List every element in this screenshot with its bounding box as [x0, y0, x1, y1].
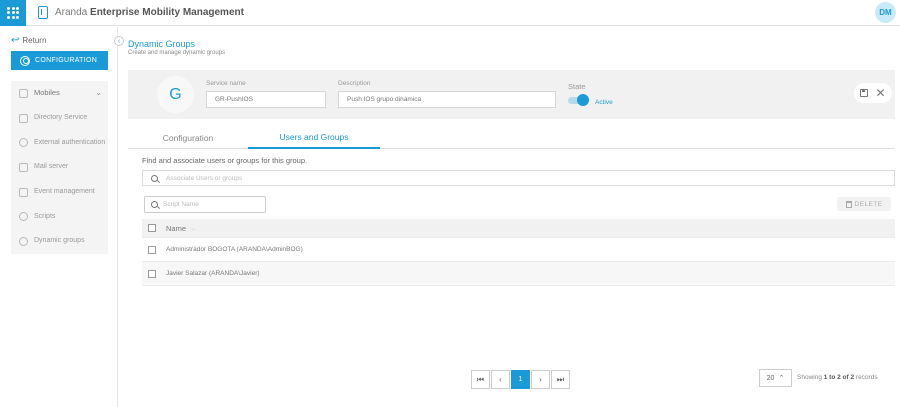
select-all-checkbox[interactable]: [148, 224, 156, 232]
state-toggle[interactable]: [568, 94, 590, 106]
collapse-sidebar-button[interactable]: ‹: [114, 36, 124, 46]
save-icon[interactable]: [860, 89, 869, 97]
description-field[interactable]: Push IOS grupo dinamica: [338, 91, 556, 108]
app-title: Aranda Enterprise Mobility Management: [55, 7, 244, 18]
app-logo-icon: [38, 6, 48, 19]
page-subtitle: Create and manage dynamic groups: [128, 50, 226, 56]
sidebar-item-label: Scripts: [34, 212, 56, 220]
row-checkbox[interactable]: [148, 269, 156, 278]
sidebar-item-directory-service[interactable]: Directory Service: [11, 106, 108, 131]
group-badge: G: [157, 76, 194, 113]
page-size-select[interactable]: 20 ⌃: [759, 369, 792, 387]
apps-menu-button[interactable]: [0, 0, 26, 26]
sidebar-item-label: Mail server: [34, 163, 69, 171]
records-range: 1 to 2 of 2: [823, 374, 855, 381]
tab-configuration[interactable]: Configuration: [128, 126, 248, 149]
associate-search-input[interactable]: Associate Users or groups: [142, 170, 895, 186]
gear-icon: [20, 55, 30, 66]
gear-icon: [19, 212, 28, 222]
service-name-value: GR-PushIOS: [215, 96, 253, 103]
return-label: Return: [22, 36, 47, 45]
sidebar-item-mobiles[interactable]: Mobiles ⌄: [11, 81, 108, 106]
delete-button[interactable]: DELETE: [837, 197, 891, 211]
configuration-button[interactable]: CONFIGURATION: [11, 51, 108, 70]
table-row: Administrador BOGOTA (ARANDA\AdminBOG): [142, 238, 895, 262]
sidebar-item-label: Mobiles: [34, 88, 60, 98]
description-value: Push IOS grupo dinamica: [347, 96, 422, 103]
page-title: Dynamic Groups: [128, 39, 196, 49]
directory-icon: [19, 113, 28, 123]
page-size-value: 20: [766, 374, 775, 382]
sidebar-item-scripts[interactable]: Scripts: [11, 204, 108, 229]
search-icon: [151, 201, 158, 208]
search-icon: [151, 174, 158, 182]
return-link[interactable]: ↩ Return: [11, 35, 46, 46]
group-info-panel: G Service name GR-PushIOS Description Pu…: [128, 70, 895, 119]
calendar-icon: [19, 187, 28, 197]
sidebar-item-label: External authentication: [34, 138, 106, 146]
table-header-row: Name ⌄: [142, 219, 895, 238]
user-avatar[interactable]: DM: [875, 2, 896, 23]
row-name: Javier Salazar (ARANDA\Javier): [166, 270, 260, 277]
app-title-prefix: Aranda: [55, 7, 88, 18]
sidebar-item-label: Directory Service: [34, 114, 88, 122]
top-bar: Aranda Enterprise Mobility Management DM: [0, 0, 900, 26]
prev-page-button[interactable]: ‹: [491, 370, 510, 389]
sidebar-item-external-authentication[interactable]: External authentication: [11, 130, 108, 155]
sidebar-item-dynamic-groups[interactable]: Dynamic groups: [11, 229, 108, 254]
delete-label: DELETE: [854, 200, 883, 208]
mobile-icon: [19, 88, 28, 98]
state-value: Active: [595, 99, 613, 106]
description-label: Description: [338, 80, 371, 87]
app-title-main: Enterprise Mobility Management: [90, 7, 244, 18]
sidebar-item-mail-server[interactable]: Mail server: [11, 155, 108, 180]
last-page-icon: ⏭: [556, 374, 565, 384]
column-header-name[interactable]: Name: [166, 224, 186, 233]
chevron-left-icon: ‹: [499, 375, 502, 384]
row-name: Administrador BOGOTA (ARANDA\AdminBOG): [166, 246, 303, 253]
sidebar-item-event-management[interactable]: Event management: [11, 180, 108, 205]
sidebar-menu: Mobiles ⌄ Directory Service External aut…: [11, 81, 108, 254]
find-instructions: Find and associate users or groups for t…: [142, 156, 308, 165]
grid-icon: [7, 6, 19, 19]
panel-actions: ✕: [854, 83, 892, 103]
trash-icon: [845, 200, 852, 208]
sort-icon[interactable]: ⌄: [191, 225, 196, 232]
script-name-search-input[interactable]: Script Name: [144, 196, 266, 213]
return-arrow-icon: ↩: [11, 35, 20, 46]
tab-bar: Configuration Users and Groups: [128, 126, 895, 149]
state-label: State: [568, 82, 586, 91]
first-page-icon: ⏮: [476, 374, 485, 384]
records-suffix: records: [855, 374, 878, 381]
records-summary: Showing 1 to 2 of 2 records: [797, 374, 878, 381]
close-icon[interactable]: ✕: [875, 87, 885, 99]
chevron-right-icon: ›: [539, 375, 542, 384]
sidebar: ↩ Return CONFIGURATION Mobiles ⌄ Directo…: [0, 27, 118, 407]
service-name-label: Service name: [206, 80, 246, 87]
service-name-field[interactable]: GR-PushIOS: [206, 91, 326, 108]
associate-placeholder: Associate Users or groups: [166, 174, 243, 182]
shield-icon: [19, 138, 28, 148]
sidebar-item-label: Event management: [34, 188, 95, 196]
chevron-up-icon: ⌃: [778, 375, 785, 382]
groups-icon: [19, 236, 28, 246]
last-page-button[interactable]: ⏭: [551, 370, 570, 389]
table-row: Javier Salazar (ARANDA\Javier): [142, 262, 895, 286]
script-name-placeholder: Script Name: [163, 201, 199, 208]
sidebar-item-label: Dynamic groups: [34, 237, 85, 245]
pagination: ⏮ ‹ 1 › ⏭: [471, 370, 570, 389]
chevron-left-icon: ‹: [117, 37, 121, 45]
page-button-current[interactable]: 1: [511, 370, 530, 389]
row-checkbox[interactable]: [148, 245, 156, 254]
next-page-button[interactable]: ›: [531, 370, 550, 389]
toggle-knob: [577, 94, 589, 106]
tab-users-and-groups[interactable]: Users and Groups: [248, 126, 380, 149]
users-groups-table: Name ⌄ Administrador BOGOTA (ARANDA\Admi…: [142, 219, 895, 286]
chevron-down-icon: ⌄: [95, 88, 102, 98]
first-page-button[interactable]: ⏮: [471, 370, 490, 389]
records-prefix: Showing: [797, 374, 822, 381]
mail-icon: [19, 162, 28, 172]
configuration-label: CONFIGURATION: [35, 57, 98, 64]
